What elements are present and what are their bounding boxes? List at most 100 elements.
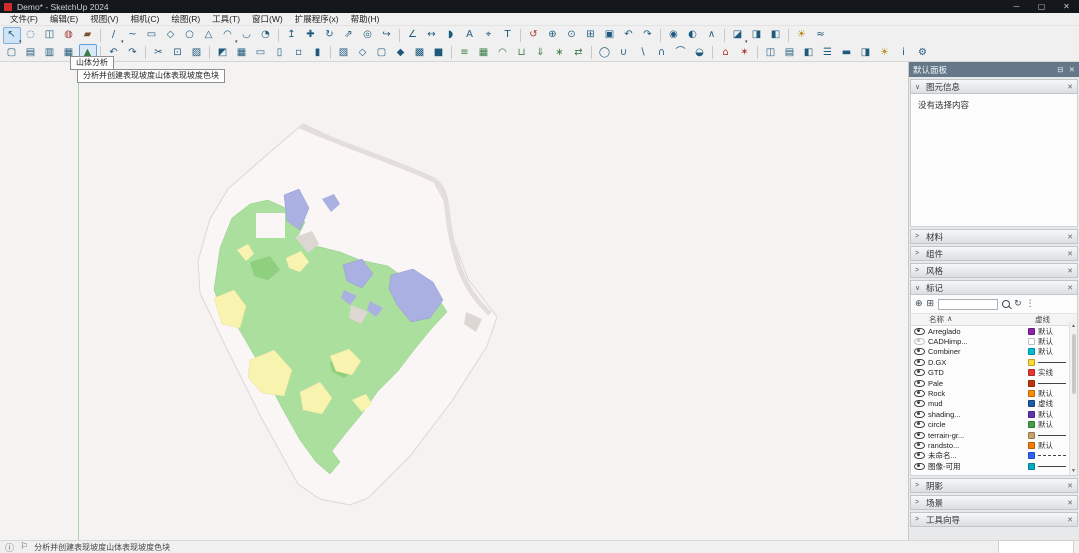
open-icon[interactable]: ▤ bbox=[22, 44, 40, 61]
add-detail-icon[interactable]: ∗ bbox=[551, 44, 569, 61]
new-icon[interactable]: ▢ bbox=[3, 44, 21, 61]
zoom-icon[interactable]: ⊙ bbox=[563, 27, 581, 44]
collapsed-bottom-section-bar-2[interactable]: >场景✕ bbox=[910, 495, 1078, 510]
select-icon[interactable]: ↖▾ bbox=[3, 27, 21, 44]
cut-icon[interactable]: ✂ bbox=[150, 44, 168, 61]
tags-scrollbar[interactable]: ▲ ▼ bbox=[1069, 322, 1077, 475]
measurements-input[interactable] bbox=[998, 540, 1074, 553]
tags-menu-icon[interactable]: ⋮ bbox=[1026, 299, 1035, 309]
line-icon[interactable]: /▾ bbox=[105, 27, 123, 44]
close-icon[interactable]: ✕ bbox=[1067, 83, 1073, 91]
visibility-eye-icon[interactable] bbox=[914, 411, 925, 418]
menu-item-1[interactable]: 文件(F) bbox=[4, 13, 44, 25]
tag-color-swatch[interactable] bbox=[1028, 452, 1035, 459]
tag-color-swatch[interactable] bbox=[1028, 359, 1035, 366]
visibility-eye-icon[interactable] bbox=[914, 390, 925, 397]
tag-row[interactable]: shading...默认 bbox=[911, 409, 1077, 419]
tag-search-input[interactable] bbox=[938, 299, 998, 310]
hidden-line-mode-icon[interactable]: ▢ bbox=[373, 44, 391, 61]
drape-icon[interactable]: ⇓ bbox=[532, 44, 550, 61]
tag-color-swatch[interactable] bbox=[1028, 348, 1035, 355]
text-icon[interactable]: A bbox=[461, 27, 479, 44]
close-icon[interactable]: ✕ bbox=[1067, 267, 1073, 275]
tag-row[interactable]: Arreglado默认 bbox=[911, 326, 1077, 336]
close-icon[interactable]: ✕ bbox=[1067, 499, 1073, 507]
close-icon[interactable]: ✕ bbox=[1067, 250, 1073, 258]
section-plane-icon[interactable]: ◪▾ bbox=[729, 27, 747, 44]
collapsed-bottom-section-bar-3[interactable]: >工具向导✕ bbox=[910, 512, 1078, 527]
make-component-icon[interactable]: ◫ bbox=[41, 27, 59, 44]
front-view-icon[interactable]: ▭ bbox=[252, 44, 270, 61]
position-camera-icon[interactable]: ◉ bbox=[665, 27, 683, 44]
paint-bucket-icon[interactable]: ◍ bbox=[60, 27, 78, 44]
tag-row[interactable]: D.GX bbox=[911, 357, 1077, 367]
visibility-eye-icon[interactable] bbox=[914, 348, 925, 355]
3d-warehouse-icon[interactable]: ⌂ bbox=[717, 44, 735, 61]
tags-section-bar[interactable]: ∨ 标记 ✕ bbox=[910, 280, 1078, 295]
xray-mode-icon[interactable]: ▧ bbox=[335, 44, 353, 61]
shadow-settings-icon[interactable]: ☀ bbox=[876, 44, 894, 61]
tag-color-swatch[interactable] bbox=[1028, 411, 1035, 418]
collapsed-top-section-bar-3[interactable]: >风格✕ bbox=[910, 263, 1078, 278]
tag-row[interactable]: terrain-gr... bbox=[911, 430, 1077, 440]
close-icon[interactable]: ✕ bbox=[1067, 233, 1073, 241]
section-display-toggle-icon[interactable]: ◨ bbox=[748, 27, 766, 44]
scale-icon[interactable]: ⇗ bbox=[340, 27, 358, 44]
menu-item-7[interactable]: 窗口(W) bbox=[246, 13, 289, 25]
rotate-icon[interactable]: ↻ bbox=[321, 27, 339, 44]
visibility-eye-icon[interactable] bbox=[914, 359, 925, 366]
tag-color-swatch[interactable] bbox=[1028, 338, 1035, 345]
search-icon[interactable] bbox=[1002, 300, 1010, 308]
offset-icon[interactable]: ◎ bbox=[359, 27, 377, 44]
visibility-eye-icon[interactable] bbox=[914, 380, 925, 387]
tag-color-swatch[interactable] bbox=[1028, 432, 1035, 439]
image-icon[interactable]: ▤ bbox=[781, 44, 799, 61]
match-photo-icon[interactable]: ◫ bbox=[762, 44, 780, 61]
tag-row[interactable]: circle默认 bbox=[911, 420, 1077, 430]
menu-item-3[interactable]: 视图(V) bbox=[84, 13, 124, 25]
shaded-mode-icon[interactable]: ◆ bbox=[392, 44, 410, 61]
visibility-eye-icon[interactable] bbox=[914, 328, 925, 335]
outliner-icon[interactable]: ☰ bbox=[819, 44, 837, 61]
name-column-header[interactable]: 名称 bbox=[929, 314, 944, 325]
tag-color-swatch[interactable] bbox=[1028, 369, 1035, 376]
follow-me-icon[interactable]: ↪ bbox=[378, 27, 396, 44]
tape-measure-icon[interactable]: ∠ bbox=[404, 27, 422, 44]
tag-color-swatch[interactable] bbox=[1028, 328, 1035, 335]
close-icon[interactable]: ✕ bbox=[1067, 284, 1073, 292]
tag-row[interactable]: Pale bbox=[911, 378, 1077, 388]
dashes-column-header[interactable]: 虚线 bbox=[1035, 314, 1073, 325]
menu-item-4[interactable]: 相机(C) bbox=[125, 13, 166, 25]
info-icon[interactable]: ⓘ bbox=[5, 541, 14, 553]
extension-warehouse-icon[interactable]: ✶ bbox=[736, 44, 754, 61]
tag-color-swatch[interactable] bbox=[1028, 442, 1035, 449]
tag-row[interactable]: GTD实线 bbox=[911, 368, 1077, 378]
smoove-icon[interactable]: ◠ bbox=[494, 44, 512, 61]
pan-icon[interactable]: ⊕ bbox=[544, 27, 562, 44]
outer-shell-icon[interactable]: ◯ bbox=[596, 44, 614, 61]
tag-row[interactable]: Rock默认 bbox=[911, 388, 1077, 398]
tag-row[interactable]: randsto...默认 bbox=[911, 440, 1077, 450]
from-contours-icon[interactable]: ≡ bbox=[456, 44, 474, 61]
pie-icon[interactable]: ◔ bbox=[257, 27, 275, 44]
maximize-button[interactable]: ▢ bbox=[1029, 0, 1054, 13]
visibility-eye-icon[interactable] bbox=[914, 442, 925, 449]
panel-pin-icon[interactable]: ⊟ bbox=[1057, 65, 1063, 74]
shadows-toggle-icon[interactable]: ☀ bbox=[793, 27, 811, 44]
back-view-icon[interactable]: ▫ bbox=[290, 44, 308, 61]
section-cut-toggle-icon[interactable]: ◧ bbox=[767, 27, 785, 44]
dimension-icon[interactable]: ↔ bbox=[423, 27, 441, 44]
visibility-eye-icon[interactable] bbox=[914, 400, 925, 407]
stamp-icon[interactable]: ⊔ bbox=[513, 44, 531, 61]
walk-icon[interactable]: ∧ bbox=[703, 27, 721, 44]
scenes-panel-icon[interactable]: ▬ bbox=[838, 44, 856, 61]
entity-info-section-bar[interactable]: ∨ 图元信息 ✕ bbox=[910, 79, 1078, 94]
tag-color-swatch[interactable] bbox=[1028, 390, 1035, 397]
add-tag-icon[interactable]: ⊕ bbox=[915, 299, 923, 309]
collapsed-top-section-bar-2[interactable]: >组件✕ bbox=[910, 246, 1078, 261]
preferences-icon[interactable]: ⚙ bbox=[914, 44, 932, 61]
collapsed-bottom-section-bar-1[interactable]: >阴影✕ bbox=[910, 478, 1078, 493]
scroll-up-icon[interactable]: ▲ bbox=[1071, 322, 1076, 330]
previous-view-icon[interactable]: ↶ bbox=[620, 27, 638, 44]
eraser-icon[interactable]: ▰ bbox=[79, 27, 97, 44]
